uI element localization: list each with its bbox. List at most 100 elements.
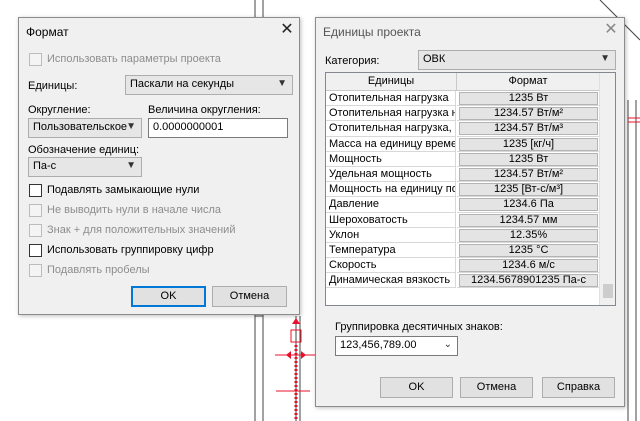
ok-button[interactable]: OK <box>131 286 206 307</box>
decimal-grouping-label: Группировка десятичных знаков: <box>335 321 503 333</box>
unit-cell[interactable]: Скорость <box>326 258 456 274</box>
table-header: Единицы Формат <box>326 73 600 91</box>
format-button[interactable]: 1234.57 Вт/м² <box>459 107 598 121</box>
table-row[interactable]: Удельная мощность 1234.57 Вт/м² <box>326 166 600 183</box>
column-header-format[interactable]: Формат <box>457 73 600 91</box>
format-button[interactable]: 1235 °C <box>459 243 598 257</box>
chevron-down-icon: ▼ <box>277 78 287 89</box>
unit-cell[interactable]: Масса на единицу времен <box>326 136 456 152</box>
suppress-leading-zeros-checkbox[interactable] <box>29 204 42 217</box>
format-button[interactable]: 1235 [Вт-с/м³] <box>459 183 598 197</box>
chevron-down-icon: ▼ <box>600 53 610 64</box>
table-row[interactable]: Масса на единицу времен 1235 [кг/ч] <box>326 136 600 152</box>
format-dialog: Формат ✕ Использовать параметры проекта … <box>18 17 300 315</box>
unit-cell[interactable]: Отопительная нагрузка, ра <box>326 121 456 137</box>
format-cell: 1234.57 мм <box>457 213 600 228</box>
cancel-button[interactable]: Отмена <box>212 286 287 307</box>
use-project-settings-checkbox[interactable] <box>29 53 42 66</box>
chevron-down-icon: ⌄ <box>443 339 452 350</box>
rounding-select-value: Пользовательское <box>33 121 128 133</box>
unit-cell[interactable]: Уклон <box>326 227 456 243</box>
unit-symbol-label: Обозначение единиц: <box>28 144 140 156</box>
rounding-increment-label: Величина округления: <box>148 104 261 116</box>
table-row[interactable]: Шероховатость 1234.57 мм <box>326 212 600 228</box>
table-row[interactable]: Отопительная нагрузка, ра 1234.57 Вт/м³ <box>326 121 600 137</box>
unit-cell[interactable]: Отопительная нагрузка <box>326 91 456 107</box>
unit-symbol-select[interactable]: Па-с ▼ <box>28 157 142 177</box>
column-header-units[interactable]: Единицы <box>326 73 457 91</box>
show-plus-sign-label: Знак + для положительных значений <box>47 224 236 236</box>
suppress-trailing-zeros-checkbox[interactable] <box>29 184 42 197</box>
table-row[interactable]: Скорость 1234.6 м/с <box>326 258 600 274</box>
table-row[interactable]: Отопительная нагрузка 1235 Вт <box>326 91 600 107</box>
table-row[interactable]: Мощность на единицу пот 1235 [Вт-с/м³] <box>326 182 600 198</box>
units-table: Единицы Формат Отопительная нагрузка 1235… <box>325 72 616 306</box>
suppress-spaces-checkbox[interactable] <box>29 264 42 277</box>
format-button[interactable]: 1234.5678901235 Па-с <box>459 274 598 288</box>
chevron-down-icon: ▼ <box>126 160 136 171</box>
project-units-dialog-title: Единицы проекта <box>323 25 421 39</box>
format-cell: 12.35% <box>457 228 600 243</box>
suppress-leading-zeros-label: Не выводить нули в начале числа <box>47 204 222 216</box>
format-button[interactable]: 1235 Вт <box>459 152 598 166</box>
rounding-label: Округление: <box>28 104 91 116</box>
show-plus-sign-checkbox[interactable] <box>29 224 42 237</box>
table-row[interactable]: Динамическая вязкость 1234.5678901235 Па-… <box>326 273 600 289</box>
format-cell: 1234.6 м/с <box>457 258 600 274</box>
close-icon[interactable]: ✕ <box>275 20 299 40</box>
table-row[interactable]: Отопительная нагрузка на 1234.57 Вт/м² <box>326 106 600 122</box>
category-select-value: ОВК <box>423 53 446 65</box>
unit-cell[interactable]: Удельная мощность <box>326 166 456 183</box>
format-cell: 1234.57 Вт/м² <box>457 106 600 122</box>
suppress-trailing-zeros-label: Подавлять замыкающие нули <box>47 184 200 196</box>
unit-cell[interactable]: Мощность на единицу пот <box>326 182 456 198</box>
format-button[interactable]: 12.35% <box>459 228 598 242</box>
format-button[interactable]: 1235 [кг/ч] <box>459 137 598 151</box>
format-cell: 1234.57 Вт/м² <box>457 167 600 183</box>
format-dialog-title: Формат <box>26 25 69 39</box>
unit-cell[interactable]: Отопительная нагрузка на <box>326 106 456 122</box>
format-button[interactable]: 1234.57 Вт/м³ <box>459 122 598 136</box>
table-row[interactable]: Мощность 1235 Вт <box>326 151 600 167</box>
use-project-settings-label: Использовать параметры проекта <box>47 53 221 65</box>
format-cell: 1234.57 Вт/м³ <box>457 121 600 137</box>
units-label: Единицы: <box>28 80 78 92</box>
unit-cell[interactable]: Давление <box>326 197 456 213</box>
format-cell: 1235 Вт <box>457 152 600 167</box>
table-body: Отопительная нагрузка 1235 Вт Отопительная… <box>326 91 600 289</box>
format-button[interactable]: 1234.57 мм <box>459 213 598 227</box>
format-cell: 1235 [Вт-с/м³] <box>457 182 600 198</box>
suppress-spaces-label: Подавлять пробелы <box>47 264 150 276</box>
chevron-down-icon: ▼ <box>126 121 136 132</box>
rounding-increment-input[interactable]: 0.0000000001 <box>148 118 288 138</box>
decimal-grouping-select-value: 123,456,789.00 <box>340 339 417 351</box>
unit-cell[interactable]: Динамическая вязкость <box>326 273 456 289</box>
table-row[interactable]: Уклон 12.35% <box>326 227 600 243</box>
units-select[interactable]: Паскали на секунды ▼ <box>125 75 293 95</box>
format-button[interactable]: 1234.57 Вт/м² <box>459 167 598 181</box>
format-button[interactable]: 1235 Вт <box>459 92 598 105</box>
format-button[interactable]: 1234.6 Па <box>459 198 598 212</box>
help-button[interactable]: Справка <box>542 377 615 398</box>
table-row[interactable]: Давление 1234.6 Па <box>326 197 600 213</box>
digit-grouping-checkbox[interactable] <box>29 244 42 257</box>
close-icon[interactable]: ✕ <box>599 20 623 40</box>
units-cancel-button[interactable]: Отмена <box>460 377 533 398</box>
units-ok-button[interactable]: OK <box>380 377 453 398</box>
rounding-select[interactable]: Пользовательское ▼ <box>28 118 142 138</box>
decimal-grouping-select[interactable]: 123,456,789.00 ⌄ <box>335 336 458 356</box>
unit-cell[interactable]: Температура <box>326 242 456 259</box>
format-button[interactable]: 1234.6 м/с <box>459 259 598 273</box>
vertical-scrollbar[interactable] <box>599 73 615 305</box>
table-row[interactable]: Температура 1235 °C <box>326 242 600 259</box>
scrollbar-thumb[interactable] <box>603 284 613 298</box>
category-select[interactable]: ОВК ▼ <box>418 50 616 70</box>
digit-grouping-label: Использовать группировку цифр <box>47 244 214 256</box>
format-cell: 1234.5678901235 Па-с <box>457 273 600 289</box>
format-cell: 1234.6 Па <box>457 197 600 213</box>
units-select-value: Паскали на секунды <box>130 78 235 90</box>
format-cell: 1235 Вт <box>457 91 600 107</box>
unit-cell[interactable]: Шероховатость <box>326 212 456 228</box>
category-label: Категория: <box>325 55 380 67</box>
unit-cell[interactable]: Мощность <box>326 151 456 167</box>
